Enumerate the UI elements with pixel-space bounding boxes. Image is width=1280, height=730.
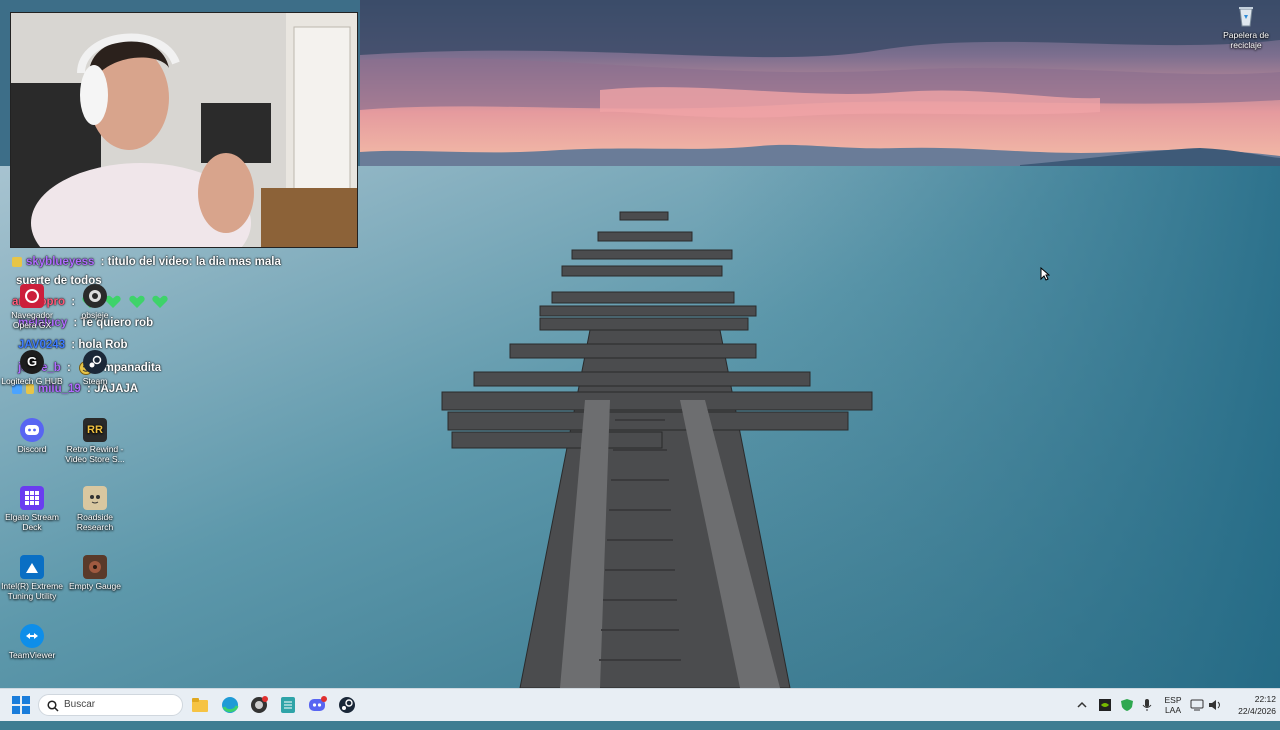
keyboard-layout: LAA — [1164, 705, 1182, 715]
heart-emote — [152, 295, 168, 309]
desktop-icon-steam[interactable]: Steam — [63, 350, 127, 386]
empty-gauge-icon — [83, 555, 107, 579]
desktop-icon-label: obsjeje — [81, 310, 109, 320]
tray-microphone[interactable] — [1141, 698, 1153, 730]
desktop-icon-empty-gauge[interactable]: Empty Gauge — [63, 555, 127, 591]
language-indicator[interactable]: ESP LAA — [1160, 695, 1186, 715]
desktop-icon-intel-xtu[interactable]: Intel(R) Extreme Tuning Utility — [0, 555, 64, 601]
taskbar-notepad[interactable] — [278, 695, 298, 715]
taskbar-edge[interactable] — [220, 695, 240, 715]
network-icon — [1190, 699, 1204, 711]
desktop-icon-logitech-g-hub[interactable]: G Logitech G HUB — [0, 350, 64, 386]
clock[interactable]: 22:12 22/4/2026 — [1226, 694, 1276, 716]
chat-text: titulo del video: la dia mas mala — [107, 256, 281, 268]
taskbar-steam[interactable] — [337, 695, 357, 715]
desktop-icon-label: Steam — [82, 376, 108, 386]
search-icon — [47, 699, 59, 712]
notepad-icon — [281, 697, 295, 713]
microphone-icon — [1142, 699, 1152, 711]
chat-message: skyblueyess : titulo del video: la dia m… — [12, 256, 281, 268]
desktop-icon-label: Intel(R) Extreme Tuning Utility — [1, 581, 63, 601]
start-button[interactable] — [12, 696, 30, 714]
desktop-icon-teamviewer[interactable]: TeamViewer — [0, 624, 64, 660]
stream-deck-icon — [20, 486, 44, 510]
recycle-bin-icon — [1234, 4, 1258, 28]
taskbar-discord[interactable] — [308, 695, 328, 715]
discord-taskbar-icon — [309, 696, 327, 711]
desktop-icon-label: Logitech G HUB — [1, 376, 63, 386]
file-explorer-icon — [192, 698, 208, 712]
badge-icon — [12, 256, 22, 267]
desktop-icon-label: Navegador Opera GX — [11, 310, 53, 330]
chevron-up-icon — [1077, 701, 1087, 708]
steam-icon — [83, 350, 107, 374]
taskbar-obs[interactable] — [249, 695, 269, 715]
language-code: ESP — [1164, 695, 1182, 705]
clock-time: 22:12 — [1254, 694, 1276, 704]
mouse-cursor — [1040, 266, 1051, 286]
desktop-icon-roadside-research[interactable]: Roadside Research — [63, 486, 127, 532]
chat-username: skyblueyess — [26, 256, 95, 268]
nvidia-icon — [1099, 699, 1111, 711]
taskbar-search[interactable]: Buscar — [38, 694, 183, 716]
tray-volume[interactable] — [1208, 698, 1222, 730]
shield-icon — [1121, 699, 1133, 711]
retro-rewind-icon: RR — [83, 418, 107, 442]
desktop-icon-recycle-bin[interactable]: Papelera de reciclaje — [1214, 4, 1278, 50]
tray-nvidia[interactable] — [1098, 698, 1112, 730]
obs-taskbar-icon — [251, 696, 268, 713]
desktop-icon-label: Roadside Research — [76, 512, 114, 532]
tray-overflow-chevron[interactable] — [1076, 698, 1088, 730]
windows-icon — [12, 696, 30, 714]
discord-icon — [20, 418, 44, 442]
logitech-g-icon: G — [20, 350, 44, 374]
desktop-icon-label: Papelera de reciclaje — [1223, 30, 1269, 50]
heart-emote — [129, 295, 145, 309]
steam-taskbar-icon — [339, 697, 355, 713]
desktop-icon-retro-rewind[interactable]: RR Retro Rewind - Video Store S... — [63, 418, 127, 464]
desktop-icon-label: Empty Gauge — [69, 581, 121, 591]
desktop-icon-discord[interactable]: Discord — [0, 418, 64, 454]
clock-date: 22/4/2026 — [1238, 706, 1276, 716]
taskbar-file-explorer[interactable] — [190, 695, 210, 715]
tray-security[interactable] — [1120, 698, 1134, 730]
desktop-icon-label: TeamViewer — [8, 650, 56, 660]
desktop-icon-label: Discord — [17, 444, 47, 454]
roadside-research-icon — [83, 486, 107, 510]
desktop-icon-label: Retro Rewind - Video Store S... — [65, 444, 125, 464]
intel-xtu-icon — [20, 555, 44, 579]
edge-icon — [222, 697, 239, 713]
teamviewer-icon — [20, 624, 44, 648]
taskbar: Buscar ESP LAA 22:12 22/4/2026 — [0, 688, 1280, 721]
opera-gx-icon — [20, 284, 44, 308]
chat-separator: : — [97, 256, 108, 268]
desktop-icon-elgato-stream-deck[interactable]: Elgato Stream Deck — [0, 486, 64, 532]
desktop-icon-opera-gx[interactable]: Navegador Opera GX — [0, 284, 64, 330]
obs-icon — [83, 284, 107, 308]
webcam-overlay — [10, 12, 358, 248]
desktop-icon-obs[interactable]: obsjeje — [63, 284, 127, 320]
search-placeholder: Buscar — [64, 699, 96, 710]
speaker-icon — [1209, 700, 1220, 710]
desktop-icon-label: Elgato Stream Deck — [5, 512, 59, 532]
tray-network[interactable] — [1190, 698, 1204, 730]
